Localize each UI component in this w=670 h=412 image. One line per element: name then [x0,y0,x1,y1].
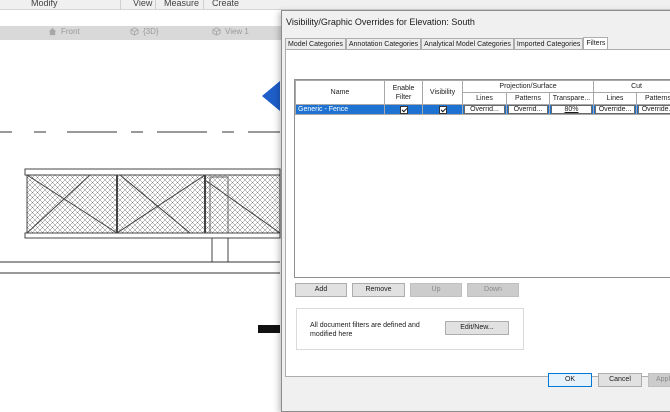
filter-name-cell[interactable]: Generic - Fence [295,104,385,115]
add-button[interactable]: Add [295,283,347,297]
elevation-marker-icon [262,81,280,111]
visibility-checkbox[interactable] [438,105,447,114]
visibility-cell [422,104,463,115]
view-tab-label: View 1 [225,27,249,36]
ribbon-divider [203,0,204,10]
section-marker [258,325,280,333]
ribbon-label-measure[interactable]: Measure [164,0,199,8]
projection-lines-cell: Overrid... [462,104,507,115]
col-header-cut-lines[interactable]: Lines [593,92,638,105]
filters-table: Name Enable Filter Visibility Projection… [295,80,670,115]
cube-icon [130,27,139,36]
apply-button[interactable]: Appl [648,373,670,387]
filters-table-frame: Name Enable Filter Visibility Projection… [294,79,670,278]
cancel-button[interactable]: Cancel [598,373,642,387]
ok-button[interactable]: OK [548,373,592,387]
transparency-cell: 80% [548,104,595,115]
dialog-title: Visibility/Graphic Overrides for Elevati… [286,17,475,27]
cut-lines-cell: Override... [593,104,638,115]
cube-icon [212,27,221,36]
up-button[interactable]: Up [410,283,462,297]
cut-patterns-cell: Override... [636,104,670,115]
view-tab-view1[interactable]: View 1 [212,27,249,36]
col-header-cut-patterns[interactable]: Patterns [636,92,670,105]
col-header-transparency[interactable]: Transpare... [548,92,595,105]
down-button[interactable]: Down [467,283,519,297]
view-tab-label: {3D} [143,27,159,36]
col-header-projection-lines[interactable]: Lines [462,92,507,105]
col-header-enable-filter[interactable]: Enable Filter [384,80,423,105]
enable-filter-checkbox[interactable] [399,105,408,114]
edit-new-button[interactable]: Edit/New... [445,321,509,335]
col-header-cut: Cut [593,80,670,93]
visibility-graphics-dialog: Visibility/Graphic Overrides for Elevati… [281,10,670,412]
remove-button[interactable]: Remove [352,283,405,297]
cut-patterns-override-button[interactable]: Override... [638,105,670,114]
view-tab-3d[interactable]: {3D} [130,27,159,36]
filter-info-box: All document filters are defined and mod… [296,308,524,350]
col-header-projection-patterns[interactable]: Patterns [506,92,550,105]
projection-patterns-cell: Overrid... [506,104,550,115]
cut-lines-override-button[interactable]: Override... [595,105,636,114]
view-tab-label: Front [61,27,80,36]
ribbon-label-modify[interactable]: Modify [31,0,58,8]
filter-info-text: All document filters are defined and mod… [310,322,420,338]
col-header-projection-surface: Projection/Surface [461,80,595,93]
col-header-name[interactable]: Name [295,80,385,105]
fence-element [24,168,281,262]
transparency-value: 80% [564,106,579,113]
ribbon-label-view[interactable]: View [133,0,152,8]
ribbon-panel-labels: Modify View Measure Create [0,0,670,10]
ribbon-label-create[interactable]: Create [212,0,239,8]
projection-lines-override-button[interactable]: Overrid... [464,105,505,114]
projection-patterns-override-button[interactable]: Overrid... [508,105,548,114]
col-header-visibility[interactable]: Visibility [422,80,463,105]
ribbon-divider [155,0,156,10]
ribbon-divider [120,0,121,10]
enable-filter-cell [384,104,423,115]
view-tab-front[interactable]: Front [48,27,80,36]
transparency-override-button[interactable]: 80% [551,105,593,114]
table-row[interactable]: Generic - Fence Overrid... Overrid... 80… [295,104,670,115]
home-icon [48,27,57,36]
filters-panel: Name Enable Filter Visibility Projection… [285,49,670,377]
